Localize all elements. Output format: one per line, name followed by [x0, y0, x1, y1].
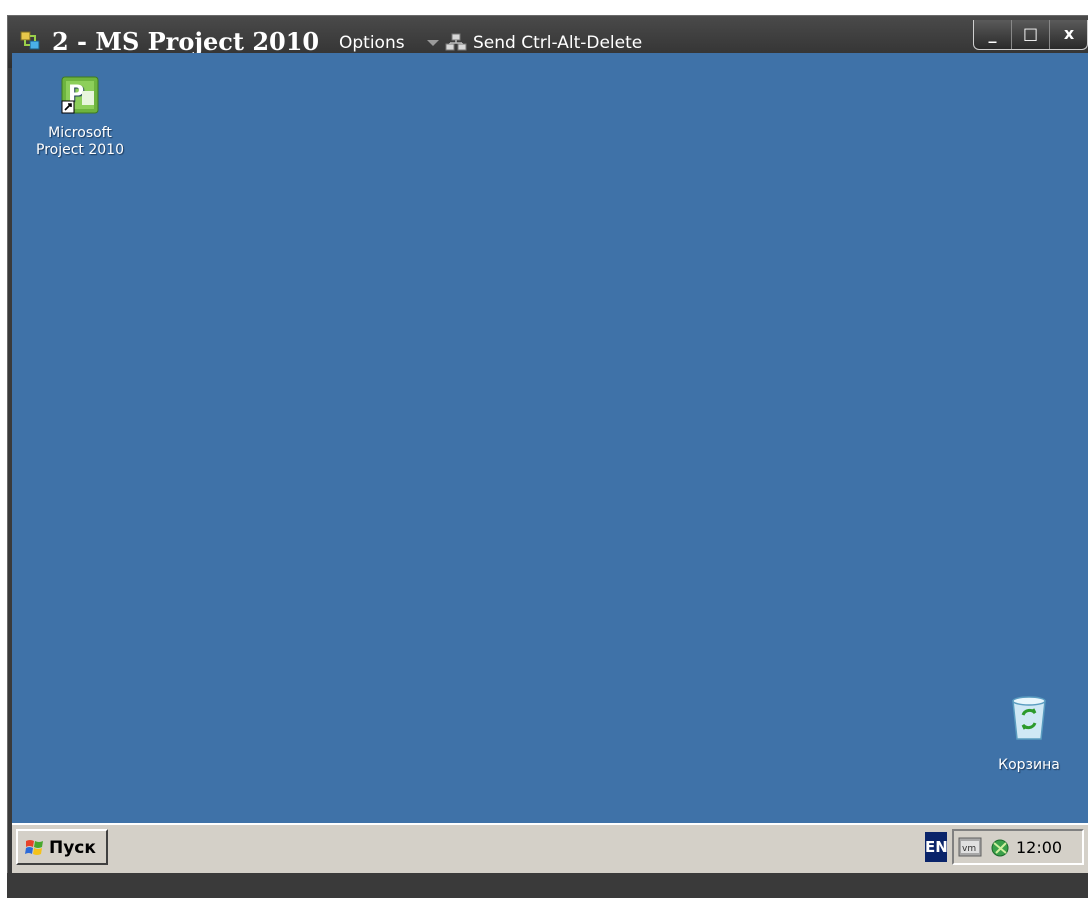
start-label: Пуск — [49, 838, 96, 858]
desktop[interactable]: P Microsoft Project 2010 Корзина — [12, 53, 1088, 823]
desktop-icon-ms-project[interactable]: P Microsoft Project 2010 — [25, 73, 135, 159]
close-button[interactable]: x — [1050, 20, 1088, 49]
network-icon[interactable] — [988, 836, 1012, 860]
window-controls-group: _ □ x — [973, 20, 1088, 50]
taskbar: Пуск EN vm 12:00 — [12, 823, 1088, 873]
desktop-icon-label: Project 2010 — [36, 142, 124, 158]
system-tray: vm 12:00 — [952, 829, 1084, 865]
clock[interactable]: 12:00 — [1016, 838, 1062, 857]
minimize-button[interactable]: _ — [974, 20, 1012, 49]
desktop-icon-recycle-bin[interactable]: Корзина — [974, 693, 1084, 774]
recycle-bin-icon — [1012, 696, 1046, 740]
vmware-tools-icon[interactable]: vm — [958, 836, 982, 858]
svg-text:vm: vm — [962, 844, 976, 854]
start-button[interactable]: Пуск — [16, 829, 108, 865]
window-controls: _ □ x — [8, 18, 1088, 50]
window-bottom-border — [7, 873, 1088, 898]
language-indicator[interactable]: EN — [925, 832, 947, 862]
windows-logo-icon — [25, 840, 43, 855]
desktop-icon-label: Microsoft — [48, 125, 112, 141]
ms-project-icon: P — [61, 76, 99, 114]
desktop-icon-label: Корзина — [998, 757, 1060, 773]
maximize-button[interactable]: □ — [1012, 20, 1050, 49]
